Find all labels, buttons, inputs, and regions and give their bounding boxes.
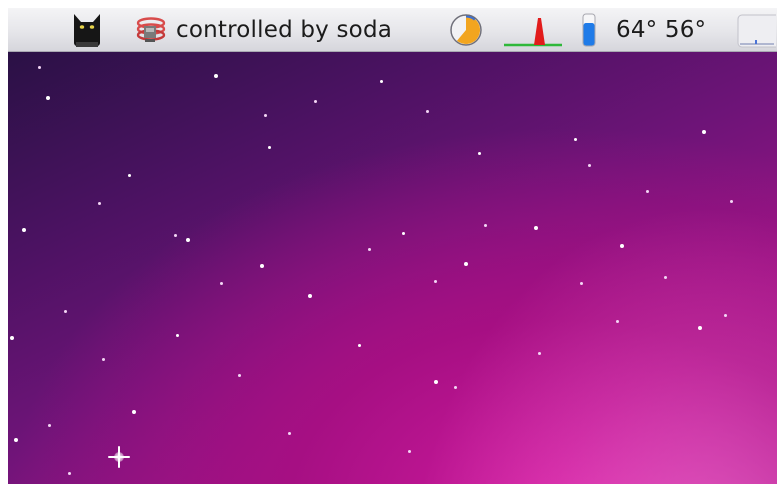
star [478,152,481,155]
network-icon [136,17,166,42]
temperature-item[interactable]: 64° 56° [616,8,706,52]
star [308,294,312,298]
star [268,146,271,149]
star [664,276,667,279]
star [580,282,583,285]
activity-menu-extra[interactable] [502,8,564,52]
star [174,234,177,237]
blank-menu-extra[interactable] [736,8,777,52]
star [380,80,383,83]
temperature-label: 64° 56° [616,17,707,43]
star [702,130,706,134]
controlled-by-label: controlled by soda [176,17,393,43]
star [264,114,267,117]
star [402,232,405,235]
menu-bar: controlled by soda 64° 56° [8,8,777,52]
pie-chart-icon [450,14,482,46]
star [102,358,105,361]
star [260,264,264,268]
status-text-item[interactable]: controlled by soda [176,8,392,52]
star [288,432,291,435]
star [434,380,438,384]
pie-menu-extra[interactable] [448,8,488,52]
blank-menu-icon [737,14,776,48]
star [14,438,18,442]
star [646,190,649,193]
star [534,226,538,230]
activity-graph-icon [504,18,562,47]
cat-menu-extra[interactable] [70,8,106,52]
star [186,238,190,242]
star [214,74,218,78]
star [48,424,51,427]
star [10,336,14,340]
star [68,472,71,475]
star [434,280,437,283]
network-menu-extra[interactable] [132,8,172,52]
star [358,344,361,347]
star [220,282,223,285]
star [22,228,26,232]
star [538,352,541,355]
star [368,248,371,251]
star [238,374,241,377]
star [464,262,468,266]
star [724,314,727,317]
star [730,200,733,203]
desktop-wallpaper [8,52,777,484]
star [132,410,136,414]
star [620,244,624,248]
star [38,66,41,69]
star [454,386,457,389]
star [408,450,411,453]
screen: controlled by soda 64° 56° [0,0,777,484]
star [128,174,131,177]
star [588,164,591,167]
thermometer-menu-extra[interactable] [580,8,602,52]
cat-icon [74,14,100,47]
star [176,334,179,337]
star [574,138,577,141]
thermometer-icon [582,13,596,47]
star [698,326,702,330]
bright-star-core [114,452,124,462]
star [46,96,50,100]
star [64,310,67,313]
star [314,100,317,103]
star [98,202,101,205]
star [426,110,429,113]
star [616,320,619,323]
star [484,224,487,227]
